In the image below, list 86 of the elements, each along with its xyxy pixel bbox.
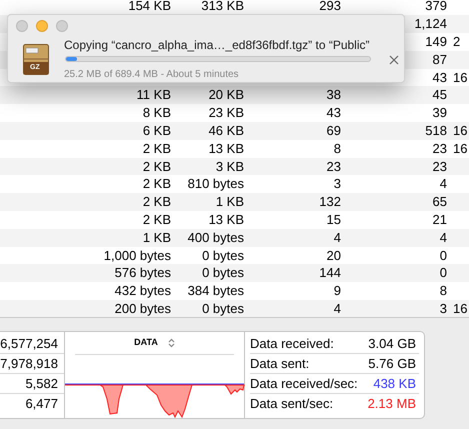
progress-status: 25.2 MB of 689.4 MB - About 5 minutes <box>64 70 239 80</box>
table-cell: 8 KB <box>142 105 171 120</box>
total-value: 6,577,254 <box>0 334 58 353</box>
table-cell: 384 bytes <box>188 283 244 298</box>
table-cell: 65 <box>432 194 447 210</box>
stat-label: Data sent: <box>250 354 310 373</box>
table-cell: 23 KB <box>208 105 244 120</box>
stat-label: Data received: <box>250 334 334 353</box>
graph-title: DATA <box>134 336 158 350</box>
table-cell: 0 bytes <box>202 248 244 263</box>
window-control[interactable] <box>16 20 28 32</box>
total-value: 7,978,918 <box>0 354 58 373</box>
table-cell: 46 KB <box>208 122 244 138</box>
stat-label: Data received/sec: <box>250 374 358 393</box>
table-cell: 69 <box>326 122 341 138</box>
table-cell: 20 <box>326 248 341 263</box>
stat-value: 2.13 MB <box>368 395 416 414</box>
close-icon[interactable] <box>389 55 399 65</box>
table-cell: 0 bytes <box>202 265 244 280</box>
table-cell: 3 <box>440 300 447 316</box>
total-value: 6,477 <box>25 395 58 414</box>
table-cell: 313 KB <box>201 0 244 14</box>
table-cell: 16 <box>453 72 468 84</box>
table-cell: 154 KB <box>128 0 171 14</box>
table-cell: 23 <box>432 140 447 156</box>
stat-value: 438 KB <box>373 374 416 393</box>
table-cell: 39 <box>432 105 447 120</box>
sort-chevron-icon[interactable] <box>168 338 175 348</box>
table-cell: 16 <box>453 124 468 137</box>
table-cell: 23 <box>432 158 447 174</box>
table-cell: 4 <box>440 176 447 192</box>
table-cell: 2 KB <box>142 194 171 210</box>
table-cell: 4 <box>334 300 341 316</box>
table-cell: 1 KB <box>142 230 171 245</box>
table-cell: 16 <box>453 302 468 315</box>
table-cell: 15 <box>326 212 341 227</box>
stat-label: Data sent/sec: <box>250 395 334 414</box>
window-control[interactable] <box>36 20 48 32</box>
table-cell: 810 bytes <box>188 176 244 192</box>
table-cell: 2 KB <box>142 212 171 227</box>
table-cell: 3 <box>334 176 341 192</box>
table-cell: 0 bytes <box>202 300 244 316</box>
table-cell: 3 KB <box>216 158 244 174</box>
table-cell: 1,000 bytes <box>104 248 171 263</box>
stat-value: 5.76 GB <box>368 354 416 373</box>
table-cell: 2 KB <box>142 140 171 156</box>
table-cell: 38 <box>326 87 341 102</box>
table-cell: 200 bytes <box>114 300 171 316</box>
table-cell: 432 bytes <box>114 283 171 298</box>
table-cell: 4 <box>440 230 447 245</box>
table-cell: 9 <box>334 283 341 298</box>
table-cell: 4 <box>334 230 341 245</box>
table-cell: 13 KB <box>208 140 244 156</box>
table-cell: 149 <box>425 34 447 49</box>
archive-icon <box>23 44 49 75</box>
table-cell: 132 <box>319 194 341 210</box>
table-cell: 1 KB <box>216 194 244 210</box>
table-cell: 16 <box>453 142 468 155</box>
table-cell: 144 <box>319 265 341 280</box>
table-cell: 2 <box>453 36 460 48</box>
table-cell: 8 <box>334 140 341 156</box>
table-cell: 20 KB <box>208 87 244 102</box>
table-cell: 400 bytes <box>188 230 244 245</box>
table-cell: 1,124 <box>414 16 447 32</box>
table-cell: 379 <box>425 0 447 14</box>
table-cell: 43 <box>432 70 447 85</box>
table-cell: 43 <box>326 105 341 120</box>
table-cell: 11 KB <box>136 87 171 102</box>
total-value: 5,582 <box>25 374 58 393</box>
table-cell: 2 KB <box>142 176 171 192</box>
stat-value: 3.04 GB <box>368 334 416 353</box>
copy-title: Copying “cancro_alpha_ima…_ed8f36fbdf.tgz” to “Public” <box>64 37 370 54</box>
table-cell: 45 <box>432 87 447 102</box>
table-cell: 576 bytes <box>114 265 171 280</box>
table-cell: 2 KB <box>142 158 171 174</box>
table-cell: 0 <box>440 265 447 280</box>
table-cell: 8 <box>440 283 447 298</box>
table-cell: 23 <box>326 158 341 174</box>
table-cell: 87 <box>432 52 447 67</box>
table-cell: 13 KB <box>208 212 244 227</box>
table-cell: 6 KB <box>142 122 171 138</box>
table-cell: 293 <box>319 0 341 14</box>
table-cell: 518 <box>425 122 447 138</box>
window-control[interactable] <box>56 20 68 32</box>
table-cell: 21 <box>432 212 447 227</box>
table-cell: 0 <box>440 248 447 263</box>
